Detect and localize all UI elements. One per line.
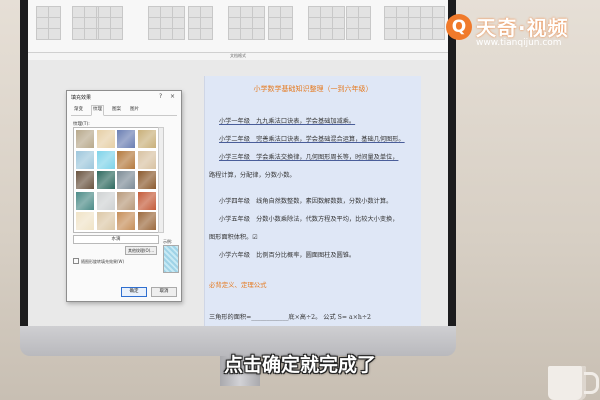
sample-preview (163, 245, 179, 273)
texture-swatch[interactable] (136, 170, 157, 190)
texture-swatch[interactable] (95, 149, 116, 170)
help-icon[interactable]: ? (159, 93, 162, 100)
paragraph-line: 小学五年级 分数小数乘除法，代数方程及平均，比较大小变换， (219, 216, 399, 223)
fill-effects-dialog: 填充效果 ? × 渐变 纹理 图案 图片 纹理(T): 水滴 其他纹理(O)..… (66, 90, 182, 302)
texture-swatch[interactable] (116, 149, 136, 170)
tab-picture[interactable]: 图片 (129, 106, 140, 112)
checkbox-label: 随图形旋转填充效果(W) (81, 259, 125, 264)
texture-swatch[interactable] (95, 211, 116, 231)
ribbon-control[interactable] (48, 28, 61, 40)
paragraph-line: 小学四年级 线角自然数整数，素因数解数数，分数小数计算。 (219, 198, 393, 205)
paragraph-line: 图形面积体积。☑ (209, 234, 258, 241)
paragraph-line: 小学一年级 九九乘法口诀表，学会基础加减乘。 (219, 118, 356, 125)
cancel-button[interactable]: 取消 (151, 287, 177, 297)
paragraph-line: 路程计算，分配律，分数小数。 (209, 172, 296, 179)
monitor-screen: 文档格式 小学数学基础知识整理（一到六年级） 小学一年级 九九乘法口诀表，学会基… (28, 0, 448, 326)
rotate-with-shape-checkbox[interactable]: 随图形旋转填充效果(W) (73, 258, 124, 265)
document-title: 小学数学基础知识整理（一到六年级） (253, 85, 373, 93)
selected-texture-name: 水滴 (73, 235, 159, 244)
checkbox-box[interactable] (73, 258, 79, 264)
dialog-title: 填充效果 (71, 95, 92, 101)
texture-swatch[interactable] (95, 129, 116, 149)
texture-swatch[interactable] (136, 211, 157, 231)
ribbon-control[interactable] (280, 28, 293, 40)
video-subtitle: 点击确定就完成了 (223, 354, 376, 376)
tab-gradient[interactable]: 渐变 (73, 106, 84, 112)
ribbon-control[interactable] (332, 28, 345, 40)
ribbon-control[interactable] (200, 28, 213, 40)
texture-swatch[interactable] (95, 190, 116, 211)
texture-scrollbar[interactable] (158, 127, 164, 233)
texture-swatch[interactable] (136, 190, 157, 211)
tab-pattern[interactable]: 图案 (111, 106, 122, 112)
texture-swatch[interactable] (75, 149, 95, 170)
word-ribbon (28, 0, 448, 53)
texture-swatch[interactable] (95, 170, 116, 190)
logo-name: 天奇·视频 (476, 16, 569, 40)
brand-logo: Q 天奇·视频 www.tianqijun.com (446, 10, 596, 52)
texture-swatch[interactable] (75, 190, 95, 211)
texture-swatch[interactable] (116, 211, 136, 231)
ribbon-control[interactable] (172, 28, 185, 40)
ribbon-control[interactable] (432, 28, 445, 40)
document-window-title: 文档格式 (230, 53, 246, 58)
texture-swatch[interactable] (116, 190, 136, 211)
ribbon-control[interactable] (252, 28, 265, 40)
logo-icon: Q (446, 14, 472, 40)
texture-swatch[interactable] (116, 129, 136, 149)
ribbon-control[interactable] (358, 28, 371, 40)
texture-swatch[interactable] (75, 211, 95, 231)
section-heading: 必背定义、定理公式 (209, 281, 267, 289)
close-icon[interactable]: × (170, 93, 175, 100)
ok-button[interactable]: 确定 (121, 287, 147, 297)
formula-line: 三角形的面积=____________底×高÷2。 公式 S= a×h÷2 (209, 314, 371, 321)
dialog-tabs: 渐变 纹理 图案 图片 (71, 105, 177, 116)
texture-swatch[interactable] (75, 129, 95, 149)
paragraph-line: 小学六年级 比例百分比概率，圆面图柱及圆锥。 (219, 252, 356, 259)
texture-grid (73, 127, 159, 233)
texture-swatch[interactable] (75, 170, 95, 190)
texture-swatch[interactable] (136, 149, 157, 170)
ribbon-control[interactable] (110, 28, 123, 40)
logo-url: www.tianqijun.com (476, 38, 562, 48)
paragraph-line: 小学三年级 学会乘法交换律，几何图形周长等，时间量及单位， (219, 154, 399, 161)
other-texture-button[interactable]: 其他纹理(O)... (125, 246, 157, 255)
tab-texture[interactable]: 纹理 (91, 105, 104, 116)
texture-swatch[interactable] (136, 129, 157, 149)
texture-swatch[interactable] (116, 170, 136, 190)
document-page[interactable]: 小学数学基础知识整理（一到六年级） 小学一年级 九九乘法口诀表，学会基础加减乘。… (204, 76, 421, 326)
paragraph-line: 小学二年级 完善乘法口诀表，学会基础混合运算，基础几何图形。 (219, 136, 405, 143)
